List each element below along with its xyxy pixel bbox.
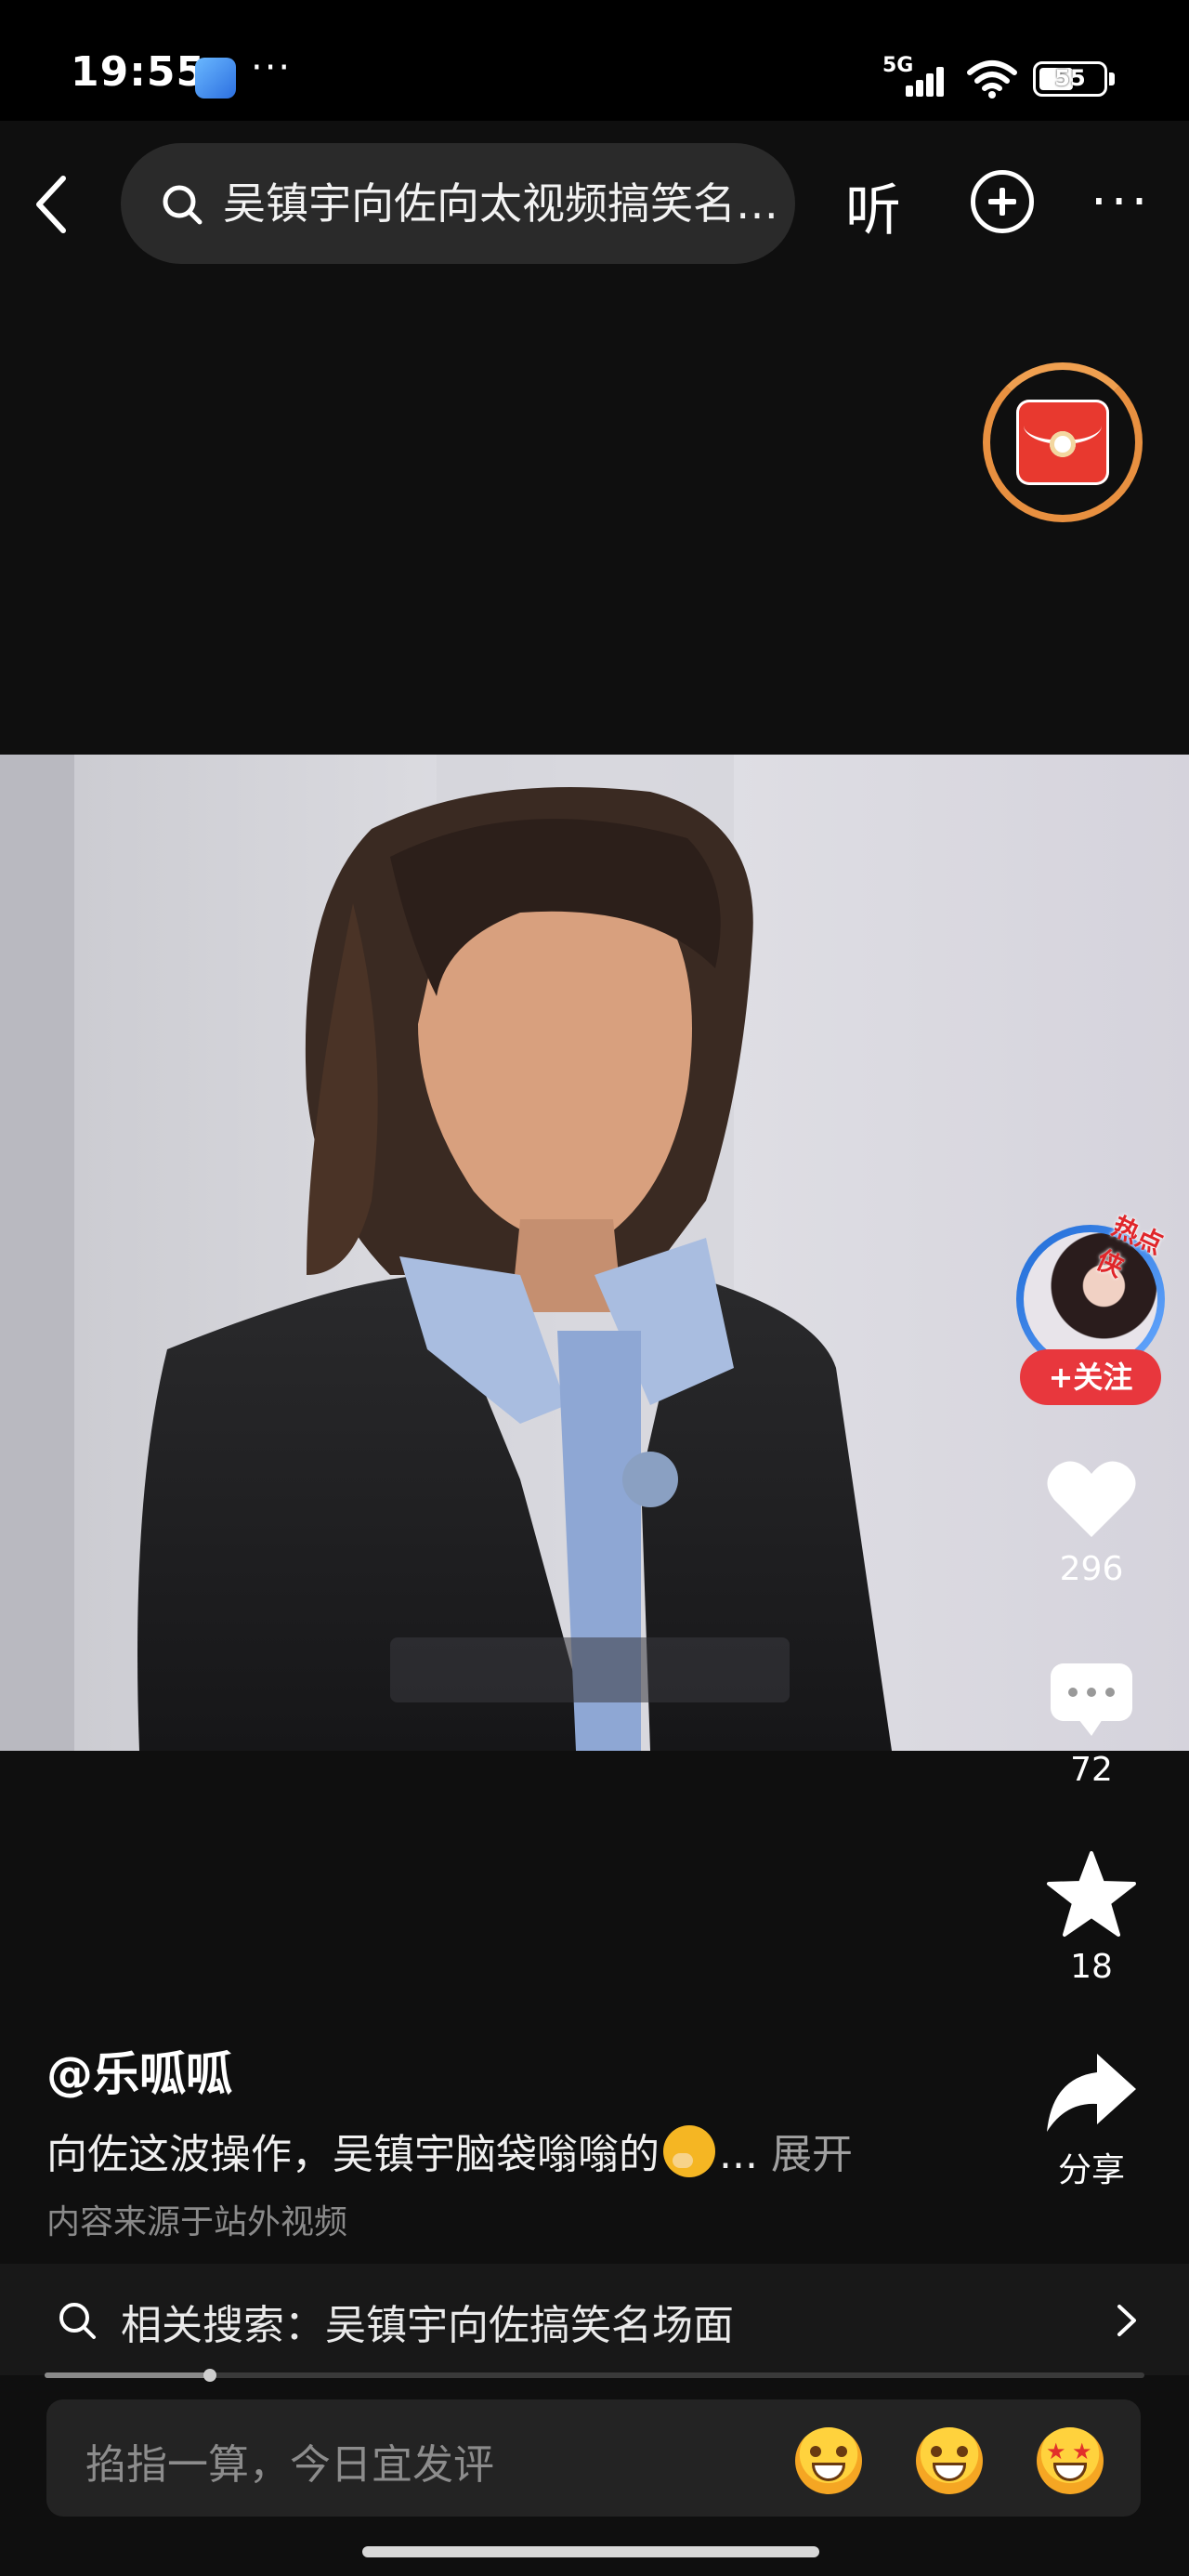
share-button[interactable]: 分享 (1036, 2050, 1147, 2191)
back-button[interactable] (20, 167, 85, 242)
laugh-cry-emoji-button[interactable] (795, 2427, 862, 2494)
emoji-mouth (933, 2463, 966, 2481)
like-button[interactable]: 296 (1036, 1457, 1147, 1588)
listen-button[interactable]: 听 (845, 165, 901, 246)
smirk-emoji-icon (663, 2125, 715, 2177)
emoji-star-eye: ★ (1046, 2438, 1066, 2464)
grin-emoji-button[interactable] (916, 2427, 983, 2494)
video-frame-image (0, 755, 1189, 1751)
red-packet-button[interactable] (983, 362, 1143, 522)
add-button[interactable] (971, 170, 1034, 233)
comment-icon (1051, 1663, 1132, 1736)
comment-placeholder: 掐指一算，今日宜发评 (85, 2441, 494, 2489)
author-name[interactable]: @乐呱呱 (46, 2037, 232, 2104)
more-options-button[interactable]: ··· (1091, 172, 1151, 232)
favorite-count: 18 (1070, 1948, 1113, 1986)
video-progress-bar[interactable] (45, 2369, 1144, 2382)
wifi-icon (967, 60, 1017, 99)
source-note: 内容来源于站外视频 (46, 2203, 348, 2241)
search-query: 吴镇宇向佐向太视频搞笑名场面 (223, 178, 780, 229)
comment-count: 72 (1070, 1751, 1113, 1789)
emoji-star-eye: ★ (1072, 2438, 1092, 2464)
related-search-text: 相关搜索：吴镇宇向佐搞笑名场面 (121, 2302, 734, 2349)
battery-percent: 55 (1054, 65, 1086, 91)
home-indicator[interactable] (362, 2546, 819, 2557)
comment-input[interactable]: 掐指一算，今日宜发评 ★ ★ (46, 2399, 1141, 2517)
video-player[interactable] (0, 755, 1189, 1751)
expand-link[interactable]: 展开 (771, 2131, 853, 2178)
battery-icon: 55 (1033, 61, 1107, 97)
chevron-right-icon (1117, 2305, 1136, 2336)
share-arrow-icon (1047, 2054, 1136, 2132)
red-envelope-icon (1016, 400, 1109, 485)
search-input[interactable]: 吴镇宇向佐向太视频搞笑名场面 (121, 143, 795, 264)
caption-ellipsis: ... (719, 2131, 758, 2178)
favorite-button[interactable]: 18 (1036, 1849, 1147, 1986)
star-eyes-emoji-button[interactable]: ★ ★ (1037, 2427, 1104, 2494)
signal-icon (906, 61, 952, 97)
heart-icon (1047, 1461, 1136, 1537)
star-icon (1047, 1851, 1136, 1937)
comment-button[interactable]: 72 (1036, 1658, 1147, 1789)
status-more-indicator: ··· (251, 46, 293, 89)
video-progress-handle[interactable] (203, 2369, 216, 2382)
like-count: 296 (1059, 1550, 1124, 1588)
caption-text: 向佐这波操作，吴镇宇脑袋嗡嗡的 (46, 2131, 660, 2178)
emoji-eye (836, 2446, 847, 2457)
caption: 向佐这波操作，吴镇宇脑袋嗡嗡的... 展开 (46, 2121, 853, 2180)
related-search-bar[interactable]: 相关搜索：吴镇宇向佐搞笑名场面 (0, 2264, 1189, 2375)
status-time: 19:55 (71, 48, 206, 96)
search-icon (59, 2303, 96, 2339)
weather-app-icon (195, 58, 236, 99)
emoji-mouth (812, 2463, 845, 2481)
emoji-eye (957, 2446, 968, 2457)
emoji-eye (810, 2446, 821, 2457)
emoji-eye (931, 2446, 942, 2457)
video-progress-fill (45, 2372, 210, 2378)
follow-button[interactable]: +关注 (1020, 1349, 1161, 1405)
battery-tip (1109, 72, 1115, 85)
emoji-mouth (1053, 2463, 1087, 2481)
search-icon (163, 185, 203, 225)
share-label: 分享 (1057, 2151, 1125, 2189)
